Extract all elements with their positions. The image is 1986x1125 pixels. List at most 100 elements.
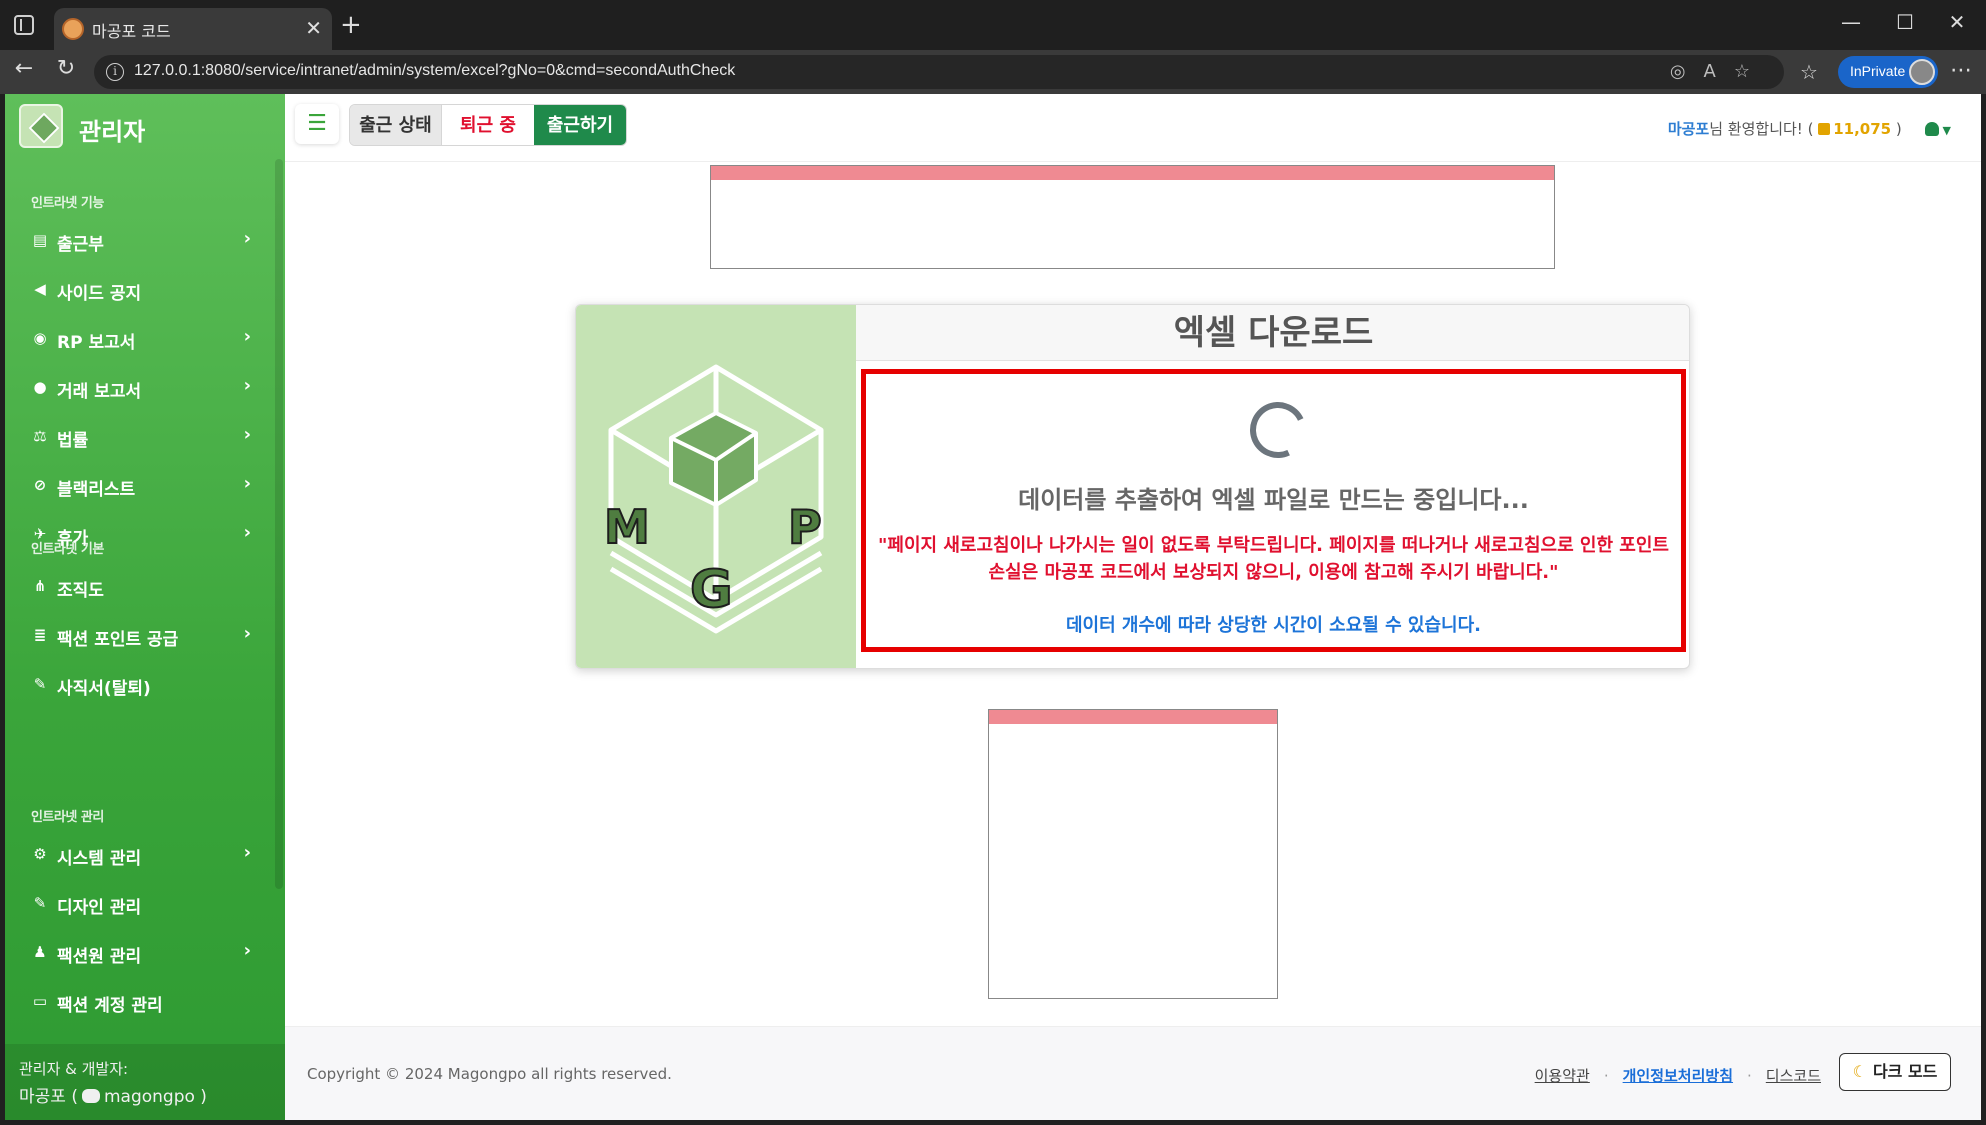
site-favicon-icon — [62, 18, 84, 40]
address-bar-actions[interactable]: ◎A☆ — [1670, 61, 1768, 82]
new-tab-button[interactable]: + — [340, 10, 362, 40]
sidebar-item[interactable]: ♟ 팩션원 관리 › — [31, 936, 251, 970]
sidebar-item-label: 사직서(탈퇴) — [57, 679, 151, 699]
coins-icon — [1818, 123, 1831, 135]
chevron-right-icon: › — [243, 473, 251, 494]
sidebar-item[interactable]: ✎ 디자인 관리 — [31, 887, 251, 921]
id-card-icon: ▭ — [32, 992, 48, 1010]
sidebar-item[interactable]: ⚖ 법률 › — [31, 420, 251, 454]
back-button[interactable]: ← — [8, 56, 40, 81]
attendance-book-icon: ▤ — [32, 231, 48, 249]
moon-icon: ☾ — [1852, 1062, 1867, 1081]
welcome-close: ) — [1895, 120, 1902, 138]
inprivate-button[interactable]: InPrivate — [1838, 56, 1938, 88]
user-menu-icon[interactable] — [1924, 122, 1939, 136]
sidebar-item[interactable]: ≣ 팩션 포인트 공급 › — [31, 619, 251, 653]
chevron-right-icon: › — [243, 424, 251, 445]
copyright-text: Copyright © 2024 Magongpo all rights res… — [307, 1065, 672, 1083]
footer-separator: · — [1747, 1067, 1752, 1085]
ad-banner-top — [710, 165, 1555, 269]
sidebar-item-label: 팩션 포인트 공급 — [57, 630, 179, 650]
org-chart-icon: ⋔ — [33, 577, 47, 595]
sidebar-item-label: 블랙리스트 — [57, 480, 136, 500]
mgp-cube-logo-icon: M G P — [603, 364, 824, 634]
megaphone-icon: ◀ — [34, 280, 46, 298]
more-options-button[interactable]: ⋯ — [1950, 58, 1972, 83]
card-title: 엑셀 다운로드 — [1173, 313, 1374, 353]
address-bar[interactable]: i 127.0.0.1:8080/service/intranet/admin/… — [94, 55, 1784, 89]
sidebar-item-label: 디자인 관리 — [57, 898, 142, 918]
sidebar-section-heading: 인트라넷 관리 — [31, 810, 104, 825]
sidebar-item-label: 시스템 관리 — [57, 849, 142, 869]
developer-name: 마공포 ( magongpo ) — [19, 1082, 207, 1107]
favorites-button[interactable]: ☆ — [1800, 60, 1818, 84]
sidebar: 관리자 인트라넷 기능 ▤ 출근부 › ◀ 사이드 공지 ◉ RP 보고서 › ● 거래 보고서 › ⚖… — [5, 94, 285, 1120]
sidebar-item[interactable]: ▤ 출근부 › — [31, 224, 251, 258]
dark-mode-label: 다크 모드 — [1872, 1062, 1938, 1081]
tab-actions-icon[interactable] — [14, 15, 34, 35]
user-menu-caret-icon[interactable]: ▼ — [1943, 124, 1951, 137]
chevron-right-icon: › — [243, 522, 251, 543]
sidebar-scrollbar[interactable] — [275, 159, 283, 889]
scale-icon: ⚖ — [33, 427, 47, 445]
pen-icon: ✎ — [33, 675, 47, 693]
sidebar-item[interactable]: ⋔ 조직도 — [31, 570, 251, 604]
sidebar-toggle-button[interactable]: ☰ — [295, 104, 339, 144]
sidebar-item[interactable]: ⊘ 블랙리스트 › — [31, 469, 251, 503]
time-notice: 데이터 개수에 따라 상당한 시간이 소요될 수 있습니다. — [1065, 615, 1482, 636]
clock-in-button[interactable]: 출근하기 — [534, 105, 626, 145]
tab-title: 마공포 코드 — [92, 22, 171, 41]
page-footer: Copyright © 2024 Magongpo all rights res… — [285, 1026, 1981, 1120]
gamepad-icon: ◉ — [33, 329, 47, 347]
developer-name-text: 마공포 ( — [19, 1087, 78, 1107]
welcome-message: 마공포님 환영합니다! ( 11,075 ) ▼ — [1668, 118, 1951, 139]
excel-progress-alert: 데이터를 추출하여 엑셀 파일로 만드는 중입니다... "페이지 새로고침이나… — [861, 369, 1686, 652]
sidebar-item[interactable]: ◉ RP 보고서 › — [31, 322, 251, 356]
window-minimize-button[interactable]: — — [1831, 10, 1871, 34]
tab-close-icon[interactable]: ✕ — [305, 16, 322, 40]
developer-discord[interactable]: magongpo ) — [104, 1087, 207, 1107]
reload-button[interactable]: ↻ — [50, 56, 82, 81]
footer-links: 이용약관 · 개인정보처리방침 · 디스코드 — [1535, 1065, 1821, 1086]
sidebar-item-label: 출근부 — [57, 235, 104, 255]
sidebar-section-heading: 인트라넷 기본 — [31, 542, 104, 557]
chevron-right-icon: › — [243, 326, 251, 347]
site-info-icon[interactable]: i — [106, 63, 124, 81]
window-close-button[interactable]: ✕ — [1937, 10, 1977, 34]
privacy-policy-link[interactable]: 개인정보처리방침 — [1623, 1067, 1733, 1085]
inprivate-label: InPrivate — [1850, 63, 1906, 79]
welcome-user-name: 마공포 — [1667, 120, 1710, 138]
excel-download-card: M G P 엑셀 다운로드 데이터를 추출하여 엑셀 파일로 만드는 중입니다.… — [575, 304, 1690, 669]
sidebar-item[interactable]: ◀ 사이드 공지 — [31, 273, 251, 307]
sidebar-item[interactable]: ✎ 사직서(탈퇴) — [31, 668, 251, 702]
url-text[interactable]: 127.0.0.1:8080/service/intranet/admin/sy… — [134, 62, 735, 80]
sidebar-item-label: 법률 — [57, 431, 89, 451]
dark-mode-button[interactable]: ☾ 다크 모드 — [1839, 1053, 1951, 1091]
window-maximize-button[interactable]: ☐ — [1885, 10, 1925, 34]
sidebar-item-label: 거래 보고서 — [57, 382, 142, 402]
sidebar-item[interactable]: ● 거래 보고서 › — [31, 371, 251, 405]
terms-link[interactable]: 이용약관 — [1535, 1067, 1590, 1085]
attendance-button-group: 출근 상태 퇴근 중 출근하기 — [349, 104, 627, 146]
warning-message: "페이지 새로고침이나 나가시는 일이 없도록 부탁드립니다. 페이지를 떠나거… — [878, 535, 1669, 583]
loading-message: 데이터를 추출하여 엑셀 파일로 만드는 중입니다... — [1018, 486, 1529, 514]
discord-link[interactable]: 디스코드 — [1766, 1067, 1821, 1085]
developer-label: 관리자 & 개발자: — [19, 1060, 129, 1078]
sidebar-item-label: RP 보고서 — [57, 333, 136, 353]
chevron-right-icon: › — [243, 375, 251, 396]
chevron-right-icon: › — [243, 228, 251, 249]
ad-banner-bar — [711, 166, 1554, 180]
user-gear-icon: ♟ — [33, 943, 47, 961]
chevron-right-icon: › — [243, 842, 251, 863]
sidebar-item[interactable]: ⚙ 시스템 관리 › — [31, 838, 251, 872]
brand-logo-icon — [19, 104, 63, 148]
chevron-right-icon: › — [243, 940, 251, 961]
sidebar-item-label: 조직도 — [57, 581, 104, 601]
browser-titlebar: 마공포 코드 ✕ + — ☐ ✕ — [0, 0, 1986, 50]
logo-letter-g: G — [690, 560, 733, 620]
ad-banner-bottom — [988, 709, 1278, 999]
sidebar-item[interactable]: ▭ 팩션 계정 관리 — [31, 985, 251, 1019]
sidebar-item-label: 사이드 공지 — [57, 284, 142, 304]
sidebar-item-label: 팩션 계정 관리 — [57, 996, 163, 1016]
browser-tab[interactable]: 마공포 코드 ✕ — [54, 8, 332, 50]
